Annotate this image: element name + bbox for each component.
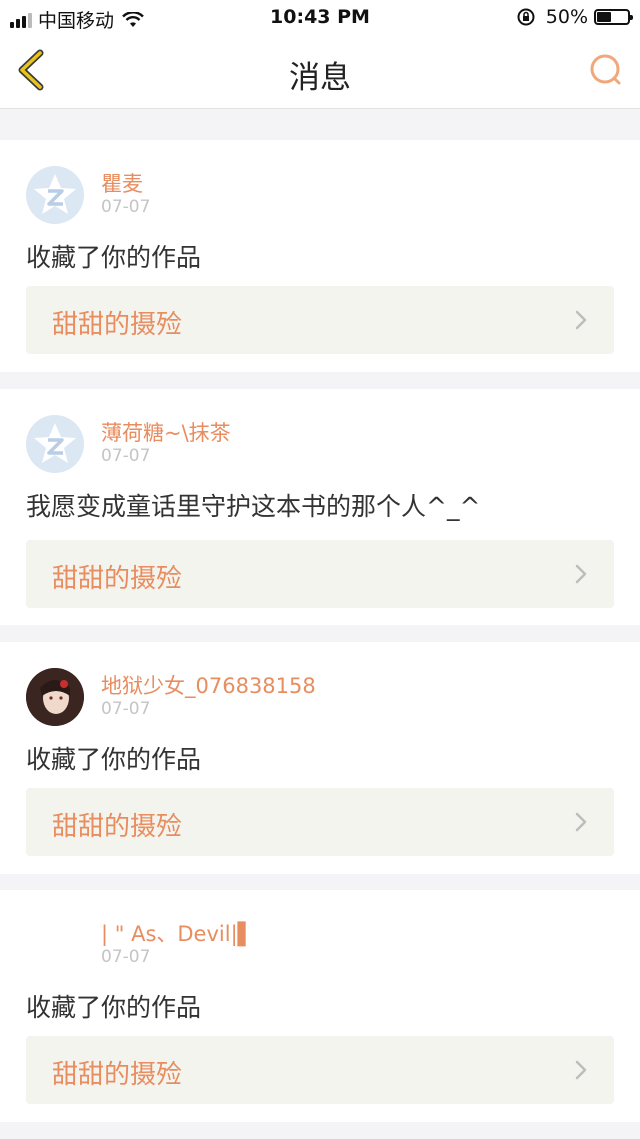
notification-card[interactable]: 瞿麦 07-07 收藏了你的作品 甜甜的摄殓	[0, 140, 640, 372]
navigation-bar: 消息	[0, 34, 640, 109]
work-link-button[interactable]: 甜甜的摄殓	[26, 788, 614, 856]
work-title: 甜甜的摄殓	[52, 310, 183, 340]
avatar[interactable]	[26, 415, 84, 473]
chevron-right-icon	[575, 310, 587, 330]
notification-message: 收藏了你的作品	[26, 745, 202, 774]
status-right: 50%	[516, 6, 633, 28]
default-avatar-icon	[34, 423, 76, 463]
work-title: 甜甜的摄殓	[52, 564, 183, 594]
status-left: 中国移动	[10, 6, 144, 33]
notification-card[interactable]: | " As、Devil|▌ 07-07 收藏了你的作品 甜甜的摄殓	[0, 890, 640, 1122]
chevron-right-icon	[575, 812, 587, 832]
page-title: 消息	[289, 60, 351, 96]
user-photo-icon	[26, 668, 84, 726]
notification-card[interactable]: 薄荷糖~\抹茶 07-07 我愿变成童话里守护这本书的那个人^_^ 甜甜的摄殓	[0, 389, 640, 625]
chevron-right-icon	[575, 1060, 587, 1080]
notification-date: 07-07	[101, 947, 151, 967]
work-link-button[interactable]: 甜甜的摄殓	[26, 540, 614, 608]
work-link-button[interactable]: 甜甜的摄殓	[26, 1036, 614, 1104]
orientation-lock-icon	[517, 8, 535, 26]
username-link[interactable]: 薄荷糖~\抹茶	[101, 417, 231, 447]
wifi-icon	[122, 11, 144, 27]
default-avatar-icon	[34, 174, 76, 214]
avatar[interactable]	[26, 668, 84, 726]
notification-date: 07-07	[101, 446, 151, 466]
avatar[interactable]	[26, 166, 84, 224]
notification-date: 07-07	[101, 699, 151, 719]
notification-message: 收藏了你的作品	[26, 993, 202, 1022]
battery-icon	[594, 9, 633, 25]
notification-date: 07-07	[101, 197, 151, 217]
work-title: 甜甜的摄殓	[52, 1060, 183, 1090]
signal-icon	[10, 12, 32, 28]
notification-card[interactable]: 地狱少女_076838158 07-07 收藏了你的作品 甜甜的摄殓	[0, 642, 640, 874]
username-link[interactable]: | " As、Devil|▌	[101, 918, 254, 948]
work-link-button[interactable]: 甜甜的摄殓	[26, 286, 614, 354]
carrier-label: 中国移动	[38, 10, 115, 32]
avatar[interactable]	[26, 916, 84, 974]
username-link[interactable]: 地狱少女_076838158	[101, 670, 316, 700]
notification-message: 收藏了你的作品	[26, 243, 202, 272]
back-chevron-icon	[18, 49, 44, 91]
search-button[interactable]	[586, 50, 626, 90]
status-bar: 中国移动 10:43 PM 50%	[0, 0, 640, 34]
notification-message: 我愿变成童话里守护这本书的那个人^_^	[26, 492, 481, 521]
work-title: 甜甜的摄殓	[52, 812, 183, 842]
search-icon	[590, 54, 621, 85]
back-button[interactable]	[12, 48, 56, 92]
battery-percent: 50%	[545, 6, 588, 28]
username-link[interactable]: 瞿麦	[101, 168, 143, 198]
chevron-right-icon	[575, 564, 587, 584]
